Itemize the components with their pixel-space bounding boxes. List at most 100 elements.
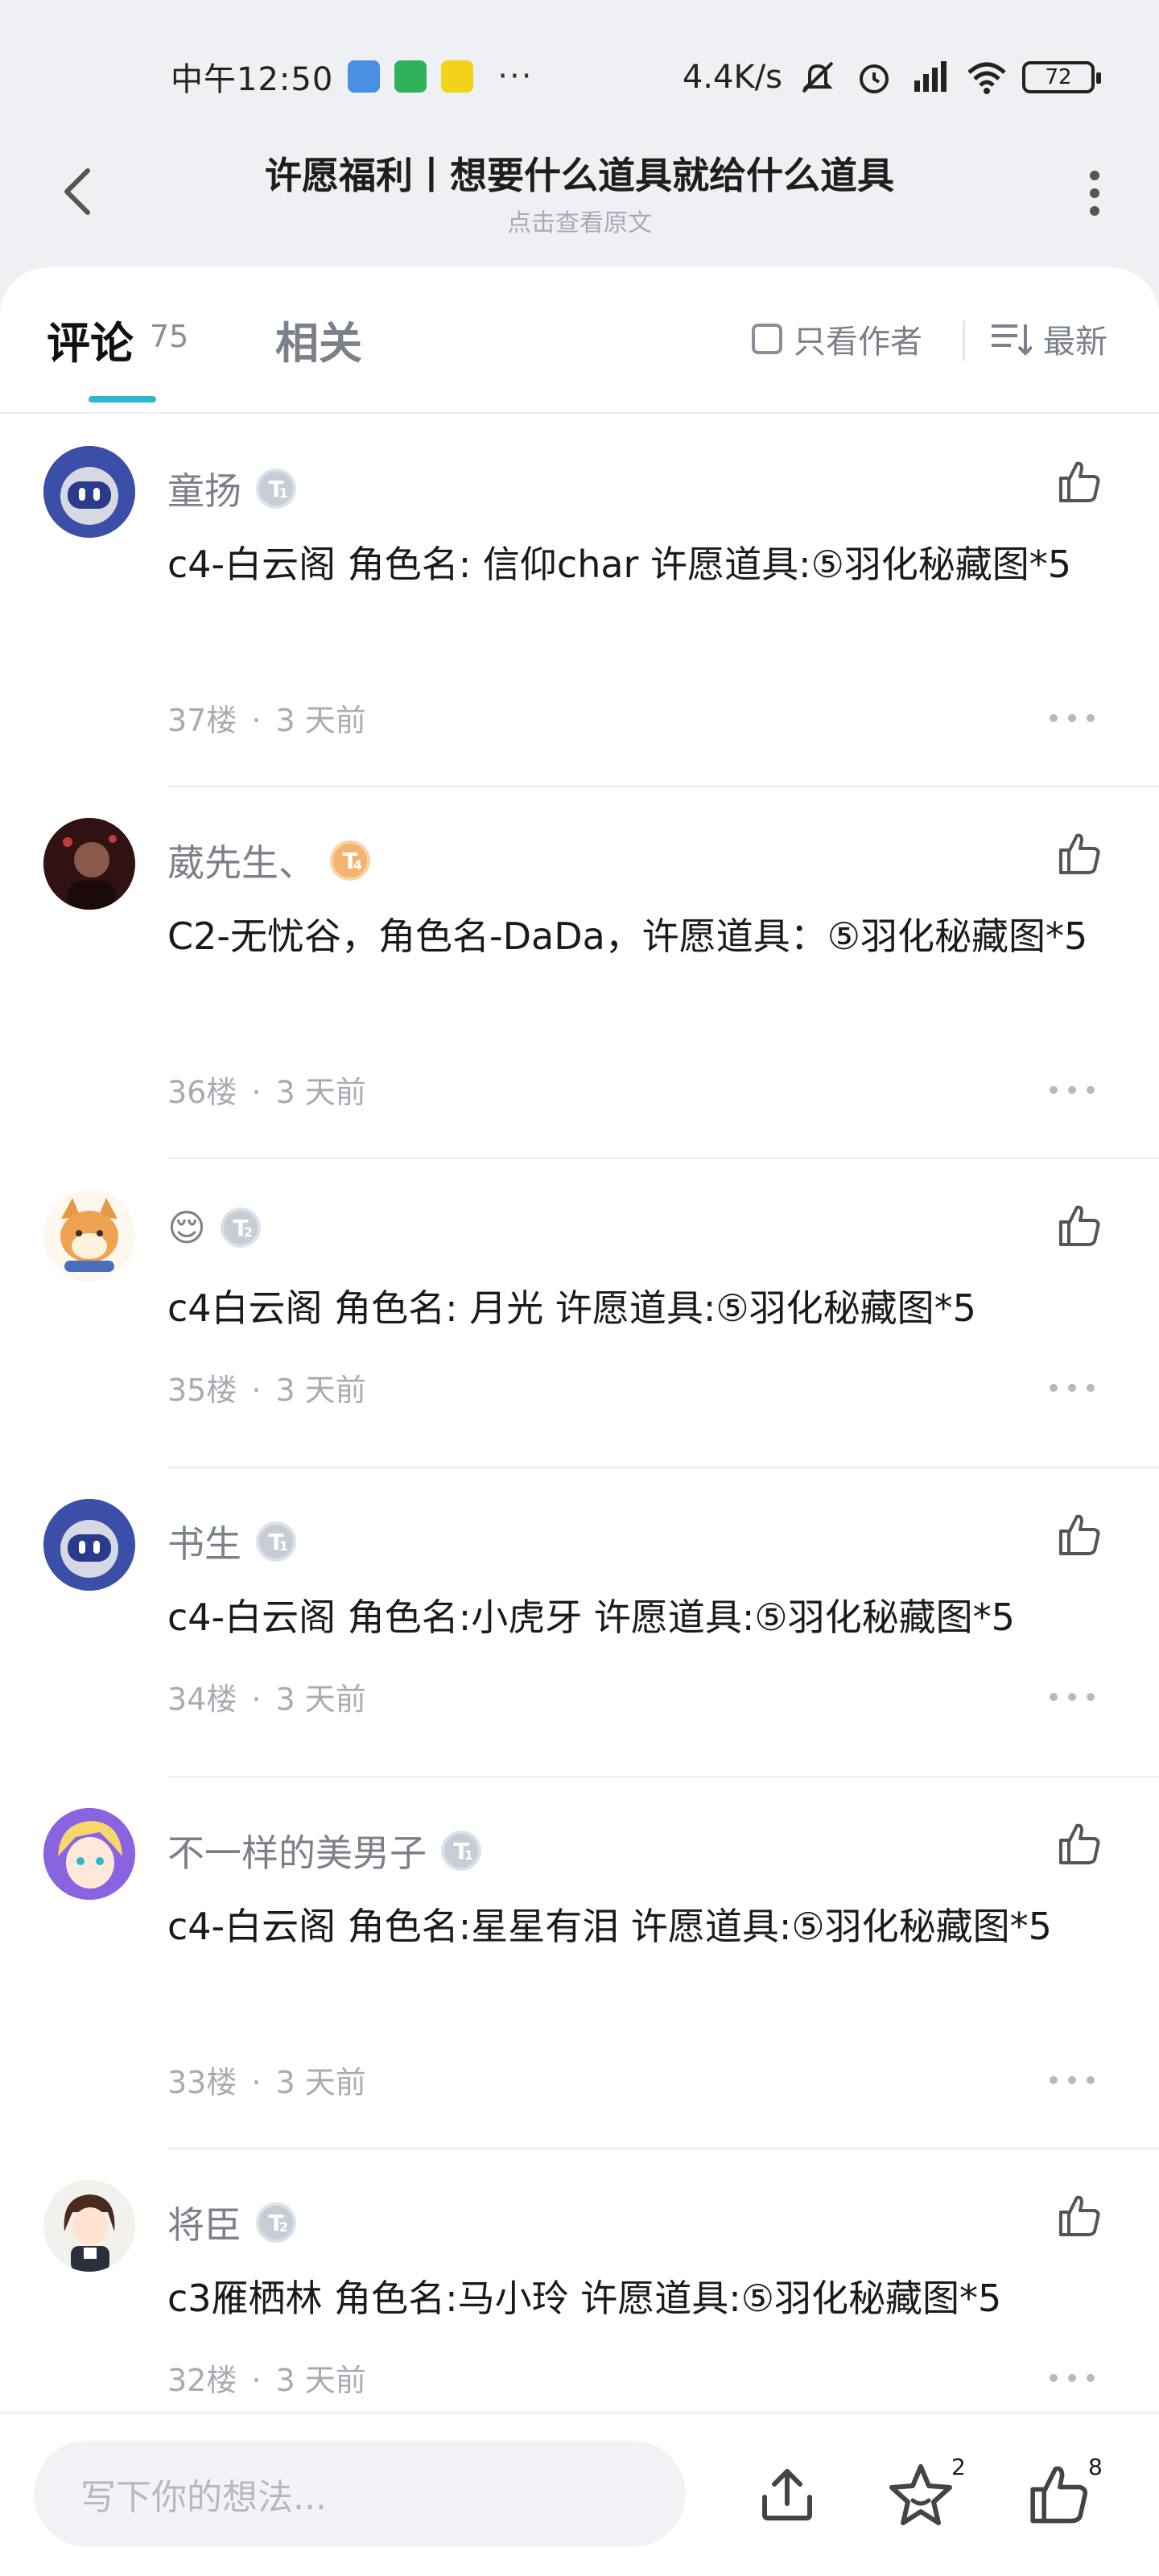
username: 童扬	[167, 469, 241, 513]
floor-number: 35楼	[167, 1373, 237, 1408]
page-header: 许愿福利丨想要什么道具就给什么道具 点击查看原文	[0, 137, 1159, 266]
comment-text: c4-白云阁 角色名:星星有泪 许愿道具:⑤羽化秘藏图*5	[167, 1905, 1052, 1948]
status-bar: 中午12:50 ··· 4.4K/s 72	[0, 0, 1159, 153]
mute-icon	[802, 61, 834, 93]
level-badge: T1	[256, 469, 296, 509]
comment-time: 3 天前	[275, 1075, 366, 1110]
bottom-action-bar: 写下你的想法... 2 8	[0, 2412, 1159, 2576]
more-horizontal-icon	[1050, 1384, 1058, 1392]
more-horizontal-icon	[1050, 1086, 1058, 1094]
thumbs-up-icon	[1030, 2466, 1088, 2524]
active-tab-indicator	[89, 396, 156, 402]
comment-menu-button[interactable]	[1050, 1082, 1095, 1098]
comment-tabs: 评论 75 相关 只看作者 最新	[0, 267, 1159, 412]
sort-label: 最新	[1043, 324, 1107, 361]
tab-comments[interactable]: 评论	[47, 308, 134, 371]
more-notifications-icon: ···	[497, 58, 534, 95]
username: 不一样的美男子	[167, 1831, 427, 1875]
like-count: 8	[1088, 2454, 1103, 2480]
share-icon	[762, 2469, 812, 2520]
avatar[interactable]	[43, 1190, 135, 1282]
avatar[interactable]	[43, 1808, 135, 1900]
thumbs-up-icon[interactable]	[1054, 1819, 1103, 1868]
app-notification-icon	[348, 60, 381, 93]
username: 葳先生、	[167, 841, 316, 885]
comment-menu-button[interactable]	[1050, 2072, 1095, 2088]
avatar-anime-icon	[43, 1808, 135, 1900]
alarm-icon	[860, 64, 889, 93]
comment-menu-button[interactable]	[1050, 1689, 1095, 1705]
level-badge: T4	[330, 840, 370, 881]
more-vertical-icon	[1090, 171, 1099, 180]
avatar[interactable]	[43, 818, 135, 910]
comment-meta: 34楼 · 3 天前	[167, 1682, 366, 1717]
only-author-label: 只看作者	[794, 324, 922, 361]
comment-menu-button[interactable]	[1050, 710, 1095, 726]
tab-related[interactable]: 相关	[275, 308, 362, 371]
level-badge: T2	[220, 1208, 261, 1248]
share-button[interactable]	[749, 2455, 826, 2533]
comments-count: 75	[150, 319, 189, 354]
divider	[963, 320, 965, 361]
favorite-count: 2	[951, 2454, 966, 2480]
comments-panel: 评论 75 相关 只看作者 最新 童扬 T1 c4-白云阁 角色名: 信仰cha…	[0, 267, 1159, 2417]
comment-meta: 36楼 · 3 天前	[167, 1075, 366, 1110]
star-icon	[889, 2464, 952, 2525]
floor-number: 34楼	[167, 1682, 237, 1717]
more-options-button[interactable]	[1070, 161, 1119, 225]
divider	[167, 786, 1159, 787]
thumbs-up-icon[interactable]	[1054, 457, 1103, 506]
avatar[interactable]	[43, 2180, 135, 2272]
sort-icon	[992, 324, 1032, 356]
sort-button[interactable]: 最新	[990, 316, 1107, 362]
status-time: 中午12:50	[171, 61, 334, 98]
battery-indicator: 72	[1022, 61, 1101, 93]
floor-number: 36楼	[167, 1075, 237, 1110]
username: 将臣	[167, 2203, 241, 2247]
divider	[0, 412, 1159, 414]
comment-author[interactable]: 童扬 T1	[167, 462, 296, 515]
checkbox-icon	[752, 324, 782, 354]
divider	[167, 1776, 1159, 1777]
comment-author[interactable]: 将臣 T2	[167, 2196, 296, 2249]
thumbs-up-icon[interactable]	[1054, 1510, 1103, 1558]
username: 😌	[167, 1206, 206, 1249]
comment-time: 3 天前	[275, 1373, 366, 1408]
thumbs-up-icon[interactable]	[1054, 2191, 1103, 2240]
comment-author[interactable]: 书生 T1	[167, 1515, 296, 1568]
wifi-icon	[967, 62, 1006, 94]
comment-text: c4-白云阁 角色名: 信仰char 许愿道具:⑤羽化秘藏图*5	[167, 543, 1072, 586]
comment-time: 3 天前	[275, 2363, 366, 2398]
network-speed: 4.4K/s	[682, 59, 782, 96]
comment-text: c4-白云阁 角色名:小虎牙 许愿道具:⑤羽化秘藏图*5	[167, 1596, 1015, 1639]
comment-author[interactable]: 不一样的美男子 T1	[167, 1824, 481, 1877]
level-badge: T1	[441, 1831, 481, 1871]
comment-meta: 35楼 · 3 天前	[167, 1373, 366, 1408]
more-horizontal-icon	[1050, 714, 1058, 722]
thumbs-up-icon[interactable]	[1054, 829, 1103, 877]
view-original-link[interactable]: 点击查看原文	[0, 203, 1159, 238]
avatar[interactable]	[43, 1499, 135, 1591]
avatar-anime-icon	[43, 2180, 135, 2272]
divider	[167, 2148, 1159, 2149]
floor-number: 37楼	[167, 703, 237, 738]
avatar-robot-icon	[43, 446, 135, 538]
app-notification-icon-yellow	[441, 60, 474, 93]
comment-author[interactable]: 😌 T2	[167, 1206, 261, 1249]
favorite-button[interactable]	[882, 2455, 959, 2533]
thumbs-up-icon[interactable]	[1054, 1201, 1103, 1249]
floor-number: 32楼	[167, 2363, 237, 2398]
like-button[interactable]	[1019, 2455, 1096, 2533]
comment-text: C2-无忧谷，角色名-DaDa，许愿道具：⑤羽化秘藏图*5	[167, 914, 1088, 958]
comment-meta: 37楼 · 3 天前	[167, 703, 366, 738]
only-author-toggle[interactable]: 只看作者	[752, 316, 922, 362]
avatar[interactable]	[43, 446, 135, 538]
comment-input[interactable]: 写下你的想法...	[34, 2441, 686, 2547]
comment-author[interactable]: 葳先生、 T4	[167, 834, 370, 887]
comment-menu-button[interactable]	[1050, 1380, 1095, 1396]
comment-meta: 32楼 · 3 天前	[167, 2363, 366, 2398]
signal-icon	[914, 61, 947, 92]
avatar-photo-icon	[43, 818, 135, 910]
comment-time: 3 天前	[275, 2065, 366, 2100]
comment-menu-button[interactable]	[1050, 2370, 1095, 2386]
